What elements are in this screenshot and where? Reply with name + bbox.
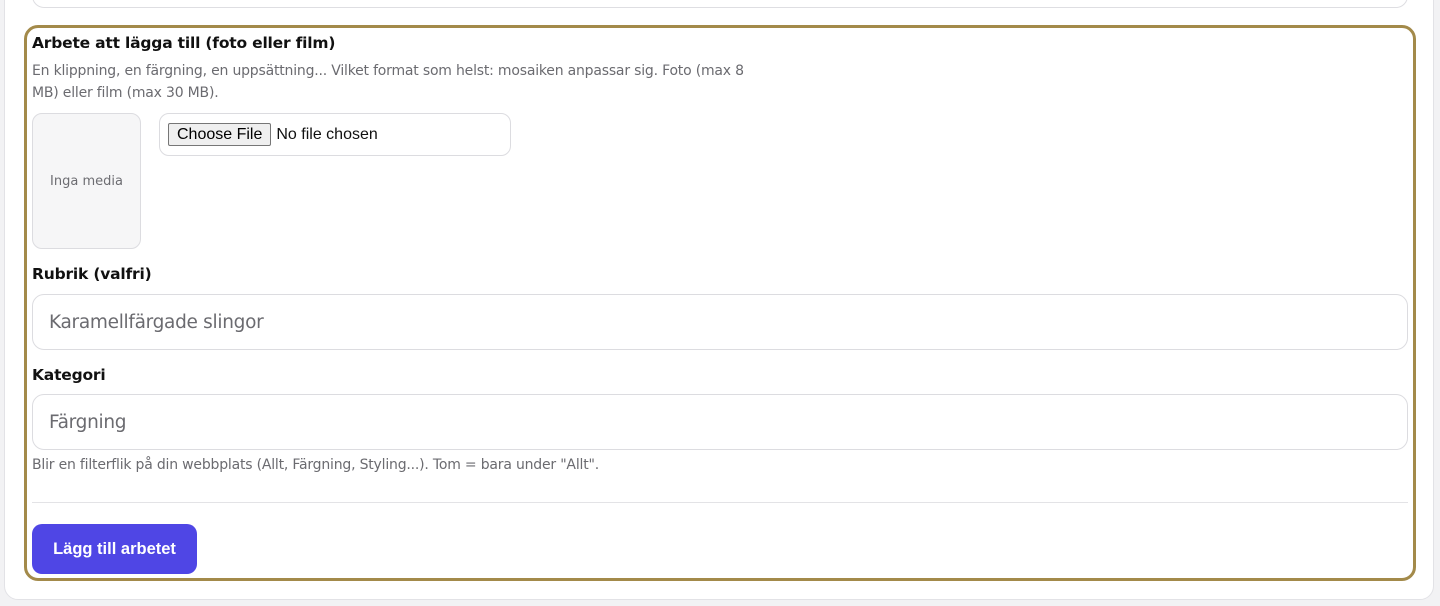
file-input[interactable]: Choose File No file chosen	[159, 113, 511, 156]
previous-input-field[interactable]	[32, 0, 1408, 8]
add-work-button[interactable]: Lägg till arbetet	[32, 524, 197, 574]
upload-label: Arbete att lägga till (foto eller film)	[32, 34, 336, 52]
file-status-text: No file chosen	[276, 125, 378, 143]
upload-help-text: En klippning, en färgning, en uppsättnin…	[32, 60, 752, 104]
category-input[interactable]: Färgning	[32, 394, 1408, 450]
title-input[interactable]: Karamellfärgade slingor	[32, 294, 1408, 350]
choose-file-button[interactable]: Choose File	[168, 123, 272, 146]
upload-help-line-2: MB) eller film (max 30 MB).	[32, 85, 219, 101]
category-help-text: Blir en filterflik på din webbplats (All…	[32, 457, 599, 473]
category-label: Kategori	[32, 366, 106, 384]
media-preview: Inga media	[32, 113, 141, 249]
upload-help-line-1: En klippning, en färgning, en uppsättnin…	[32, 63, 744, 79]
title-label: Rubrik (valfri)	[32, 265, 152, 283]
divider	[32, 502, 1408, 503]
